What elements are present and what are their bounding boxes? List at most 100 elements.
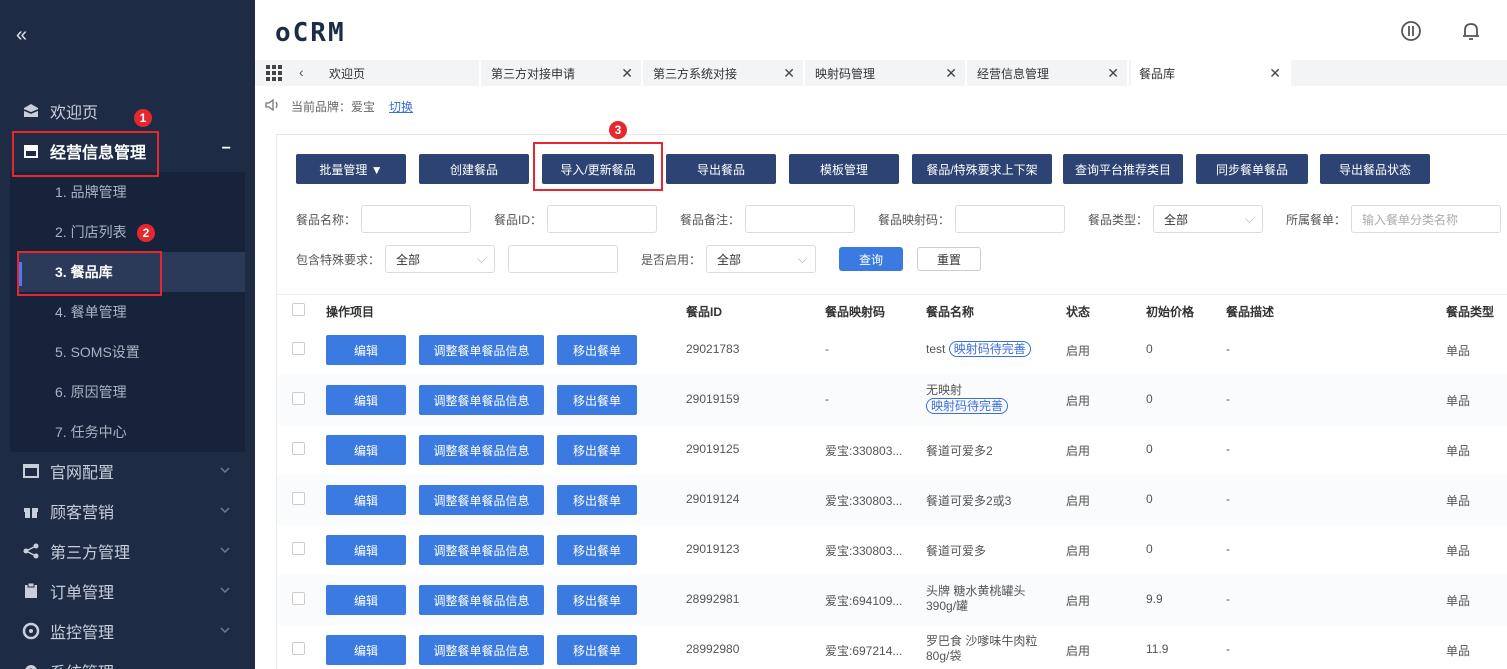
edit-button[interactable]: 编辑 [326, 635, 406, 665]
adjust-menu-dish-button[interactable]: 调整餐单餐品信息 [419, 385, 544, 415]
dish-id: 29019125 [686, 442, 740, 456]
tab-dish-library[interactable]: 餐品库 ✕ [1131, 60, 1291, 86]
close-icon[interactable]: ✕ [1269, 65, 1281, 82]
menu-item-welcome[interactable]: 欢迎页 [0, 91, 255, 131]
edit-button[interactable]: 编辑 [326, 485, 406, 515]
close-icon[interactable]: ✕ [783, 65, 795, 82]
sync-menu-dish-button[interactable]: 同步餐单餐品 [1196, 154, 1308, 184]
remove-from-menu-button[interactable]: 移出餐单 [557, 435, 637, 465]
collapse-menu-icon[interactable]: − [222, 140, 231, 158]
dish-type-label: 餐品类型： [1088, 213, 1149, 227]
dish-price: 0 [1146, 442, 1153, 456]
reset-button[interactable]: 重置 [917, 247, 981, 271]
clipboard-icon [22, 582, 40, 600]
row-checkbox[interactable] [292, 342, 305, 355]
remove-from-menu-button[interactable]: 移出餐单 [557, 385, 637, 415]
template-manage-button[interactable]: 模板管理 [789, 154, 899, 184]
row-checkbox[interactable] [292, 592, 305, 605]
dish-name-input[interactable] [361, 205, 471, 233]
tab-business-info[interactable]: 经营信息管理 ✕ [969, 60, 1129, 86]
row-checkbox[interactable] [292, 392, 305, 405]
menu-item-marketing[interactable]: 顾客营销 [0, 491, 255, 531]
create-dish-button[interactable]: 创建餐品 [419, 154, 529, 184]
menu-item-system[interactable]: 系统管理 [0, 651, 255, 669]
dish-type: 单品 [1446, 494, 1471, 508]
remove-from-menu-button[interactable]: 移出餐单 [557, 485, 637, 515]
bell-icon[interactable] [1460, 20, 1482, 42]
col-type: 餐品类型 [1446, 305, 1495, 319]
map-code: 爱宝:694109... [825, 594, 903, 608]
adjust-menu-dish-button[interactable]: 调整餐单餐品信息 [419, 435, 544, 465]
menu-label: 欢迎页 [50, 105, 99, 122]
enabled-select[interactable]: 全部 ⌵ [706, 245, 816, 273]
export-dish-button[interactable]: 导出餐品 [666, 154, 776, 184]
sidebar-item-tasks[interactable]: 7. 任务中心 [0, 412, 255, 452]
shelf-toggle-button[interactable]: 餐品/特殊要求上下架 [912, 154, 1052, 184]
batch-manage-button[interactable]: 批量管理 ▼ [296, 154, 406, 184]
dish-name-text: 无映射 [926, 383, 963, 397]
edit-button[interactable]: 编辑 [326, 585, 406, 615]
dish-status: 启用 [1066, 494, 1091, 508]
edit-button[interactable]: 编辑 [326, 435, 406, 465]
tab-welcome[interactable]: 欢迎页 [321, 60, 481, 86]
table-row: 编辑 调整餐单餐品信息 移出餐单 28992981 爱宝:694109... 头… [277, 575, 1507, 625]
menu-item-website[interactable]: 官网配置 [0, 451, 255, 491]
edit-button[interactable]: 编辑 [326, 385, 406, 415]
edit-button[interactable]: 编辑 [326, 335, 406, 365]
select-all-checkbox[interactable] [292, 303, 305, 316]
close-icon[interactable]: ✕ [1107, 65, 1119, 82]
window-icon [22, 462, 40, 480]
menu-category-input[interactable]: 输入餐单分类名称 [1351, 205, 1501, 233]
row-checkbox[interactable] [292, 492, 305, 505]
query-button[interactable]: 查询 [839, 247, 903, 271]
dish-note-input[interactable] [745, 205, 855, 233]
export-dish-status-button[interactable]: 导出餐品状态 [1320, 154, 1430, 184]
row-checkbox[interactable] [292, 442, 305, 455]
remove-from-menu-button[interactable]: 移出餐单 [557, 635, 637, 665]
row-checkbox[interactable] [292, 642, 305, 655]
remove-from-menu-button[interactable]: 移出餐单 [557, 585, 637, 615]
menu-item-orders[interactable]: 订单管理 [0, 571, 255, 611]
status-badge: 映射码待完善 [926, 398, 1009, 414]
special-req-select[interactable]: 全部 ⌵ [385, 245, 495, 273]
adjust-menu-dish-button[interactable]: 调整餐单餐品信息 [419, 335, 544, 365]
dish-id-input[interactable] [547, 205, 657, 233]
enabled-label: 是否启用： [641, 253, 702, 267]
tab-mapping-code[interactable]: 映射码管理 ✕ [807, 60, 967, 86]
tab-third-party-apply[interactable]: 第三方对接申请 ✕ [483, 60, 643, 86]
close-icon[interactable]: ✕ [945, 65, 957, 82]
platform-category-button[interactable]: 查询平台推荐类目 [1063, 154, 1183, 184]
dish-type-select[interactable]: 全部 ⌵ [1153, 205, 1263, 233]
tab-label: 映射码管理 [815, 66, 876, 81]
remove-from-menu-button[interactable]: 移出餐单 [557, 335, 637, 365]
tab-scroll-left-icon[interactable]: ‹ [299, 64, 304, 80]
adjust-menu-dish-button[interactable]: 调整餐单餐品信息 [419, 535, 544, 565]
menu-label: 监控管理 [50, 625, 115, 642]
row-checkbox[interactable] [292, 542, 305, 555]
sidebar-item-stores[interactable]: 2. 门店列表 [0, 212, 255, 252]
adjust-menu-dish-button[interactable]: 调整餐单餐品信息 [419, 485, 544, 515]
adjust-menu-dish-button[interactable]: 调整餐单餐品信息 [419, 635, 544, 665]
collapse-sidebar-icon[interactable]: « [16, 24, 27, 47]
dish-map-input[interactable] [955, 205, 1065, 233]
sidebar-item-menu[interactable]: 4. 餐单管理 [0, 292, 255, 332]
remove-from-menu-button[interactable]: 移出餐单 [557, 535, 637, 565]
dish-type: 单品 [1446, 344, 1471, 358]
menu-item-monitoring[interactable]: 监控管理 [0, 611, 255, 651]
theme-toggle-icon[interactable] [1400, 20, 1422, 42]
menu-item-third-party[interactable]: 第三方管理 [0, 531, 255, 571]
table-row: 编辑 调整餐单餐品信息 移出餐单 29019159 - 无映射 映射码待完善 启用… [277, 375, 1507, 425]
sidebar-item-soms[interactable]: 5. SOMS设置 [0, 332, 255, 372]
switch-brand-link[interactable]: 切换 [389, 98, 413, 115]
sidebar-item-reasons[interactable]: 6. 原因管理 [0, 372, 255, 412]
dish-status: 启用 [1066, 644, 1091, 658]
sidebar-item-brand[interactable]: 1. 品牌管理 [0, 172, 255, 212]
tab-third-party-system[interactable]: 第三方系统对接 ✕ [645, 60, 805, 86]
adjust-menu-dish-button[interactable]: 调整餐单餐品信息 [419, 585, 544, 615]
close-icon[interactable]: ✕ [621, 65, 633, 82]
inbox-icon [22, 102, 40, 120]
col-map-code: 餐品映射码 [825, 305, 886, 319]
grid-menu-icon[interactable] [265, 64, 283, 82]
special-req-input[interactable] [508, 245, 618, 273]
edit-button[interactable]: 编辑 [326, 535, 406, 565]
